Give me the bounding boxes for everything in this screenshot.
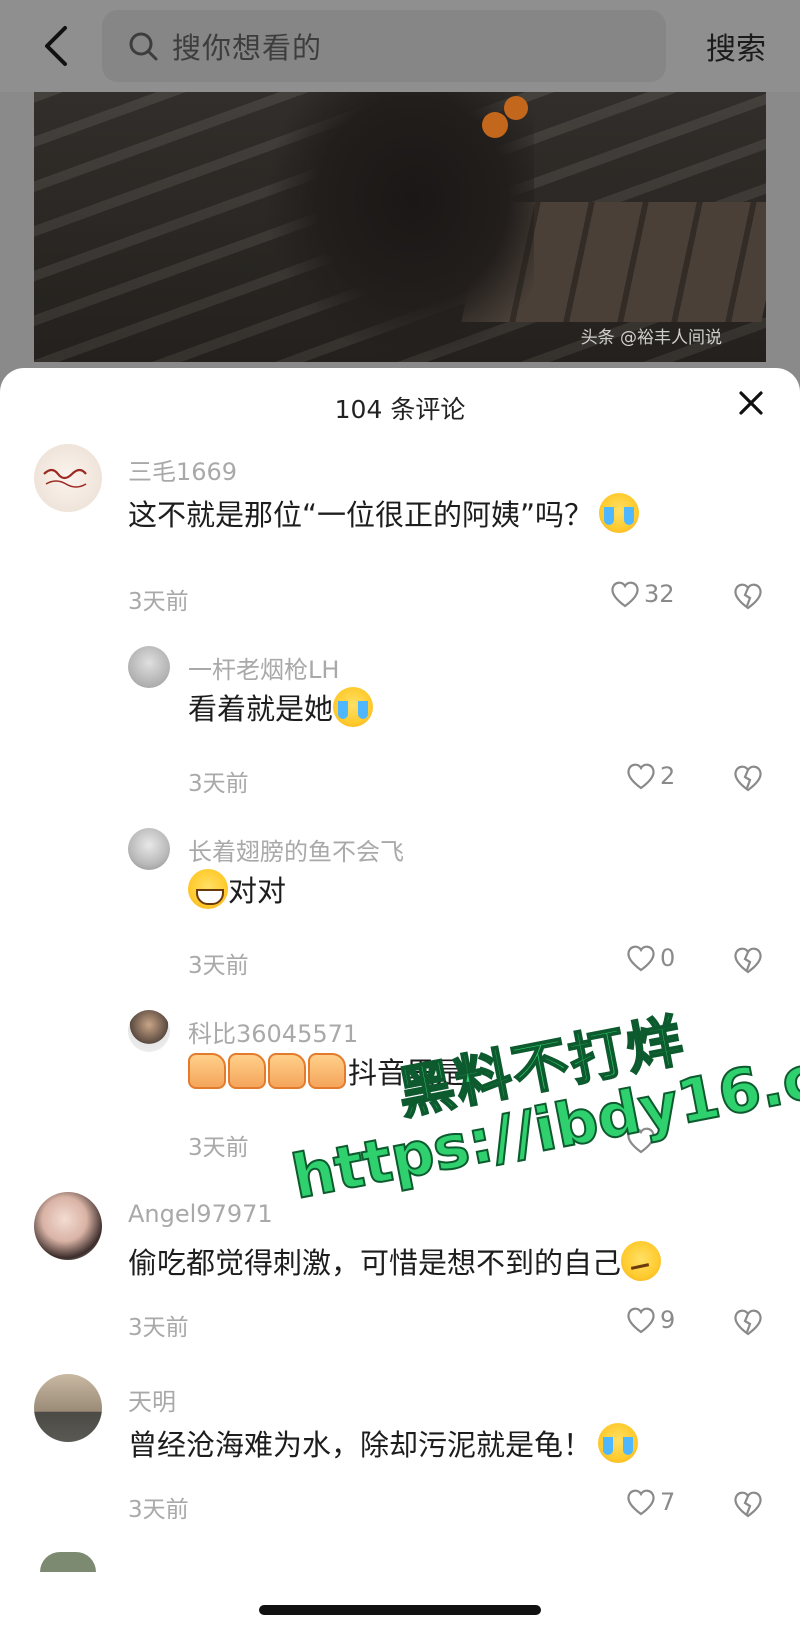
thumbs-up-emoji-icon xyxy=(268,1053,306,1089)
home-indicator xyxy=(259,1605,541,1615)
dislike-heart-icon[interactable] xyxy=(733,582,763,610)
comment-author[interactable]: 三毛1669 xyxy=(128,452,237,487)
comment-author[interactable]: 一杆老烟枪LH xyxy=(188,650,339,685)
comment-time: 3天前 xyxy=(188,1135,249,1161)
comment-text-body: 对对 xyxy=(228,874,287,908)
avatar[interactable] xyxy=(40,1552,96,1572)
search-input[interactable]: 搜你想看的 xyxy=(102,10,666,82)
like-count: 9 xyxy=(660,1306,676,1334)
comment-text-body: 这不就是那位“一位很正的阿姨”吗？ xyxy=(128,498,594,532)
avatar[interactable] xyxy=(128,646,170,688)
heart-icon xyxy=(627,763,655,790)
comment-text: 偷吃都觉得刺激，可惜是想不到的自己 xyxy=(128,1240,662,1282)
comment-text: 抖音里是 xyxy=(188,1050,464,1092)
crying-laughing-emoji-icon xyxy=(599,493,640,533)
comment-time: 3天前 xyxy=(128,1497,189,1523)
avatar[interactable] xyxy=(128,828,170,870)
comment-time: 3天前 xyxy=(188,771,249,797)
heart-icon xyxy=(627,1127,655,1154)
like-button[interactable] xyxy=(626,1126,660,1154)
thinking-emoji-icon xyxy=(621,1241,662,1281)
back-button[interactable] xyxy=(36,22,76,70)
avatar[interactable] xyxy=(34,1192,102,1260)
dislike-heart-icon[interactable] xyxy=(733,764,763,792)
search-button[interactable]: 搜索 xyxy=(706,24,766,68)
comment-text-body: 看着就是她 xyxy=(188,692,334,726)
avatar[interactable] xyxy=(34,1374,102,1442)
grinning-emoji-icon xyxy=(188,869,228,909)
heart-icon xyxy=(611,581,639,608)
thumbs-up-emoji-icon xyxy=(228,1053,266,1089)
comment-text: 曾经沧海难为水，除却污泥就是龟！ xyxy=(128,1422,639,1464)
chevron-left-icon xyxy=(45,26,67,66)
video-watermark: 头条 @裕丰人间说 xyxy=(580,328,722,348)
video-thumbnail[interactable]: 头条 @裕丰人间说 xyxy=(34,92,766,362)
comment-author[interactable]: Angel97971 xyxy=(128,1200,273,1228)
thumbs-up-emoji-icon xyxy=(188,1053,226,1089)
like-count: 0 xyxy=(660,944,676,972)
like-count: 7 xyxy=(660,1488,676,1516)
like-button[interactable]: 9 xyxy=(626,1306,675,1334)
comments-count-title: 104 条评论 xyxy=(334,395,466,424)
search-placeholder: 搜你想看的 xyxy=(172,31,323,65)
like-button[interactable]: 2 xyxy=(626,762,675,790)
thumbs-up-emoji-icon xyxy=(308,1053,346,1089)
like-button[interactable]: 32 xyxy=(610,580,675,608)
comment-time: 3天前 xyxy=(128,1315,189,1341)
dislike-heart-icon[interactable] xyxy=(733,1490,763,1518)
comment-author[interactable]: 长着翅膀的鱼不会飞 xyxy=(188,832,404,867)
dislike-heart-icon[interactable] xyxy=(733,946,763,974)
comment-text-body: 曾经沧海难为水，除却污泥就是龟！ xyxy=(128,1428,593,1462)
comment-text-body: 抖音里是 xyxy=(348,1056,465,1090)
top-bar: 搜你想看的 搜索 xyxy=(0,0,800,92)
comment-author[interactable]: 天明 xyxy=(128,1382,176,1417)
dislike-heart-icon[interactable] xyxy=(733,1308,763,1336)
search-icon xyxy=(129,32,158,61)
avatar[interactable] xyxy=(34,444,102,512)
like-count: 2 xyxy=(660,762,676,790)
avatar-calligraphy-icon xyxy=(43,468,87,488)
video-fruit xyxy=(482,112,508,138)
comment-author[interactable]: 科比36045571 xyxy=(188,1014,358,1049)
comment-time: 3天前 xyxy=(188,953,249,979)
crying-laughing-emoji-icon xyxy=(333,687,374,727)
heart-icon xyxy=(627,1489,655,1516)
like-button[interactable]: 7 xyxy=(626,1488,675,1516)
comment-text-body: 偷吃都觉得刺激，可惜是想不到的自己 xyxy=(128,1246,622,1280)
comment-text: 对对 xyxy=(188,868,286,910)
crying-laughing-emoji-icon xyxy=(598,1423,639,1463)
like-button[interactable]: 0 xyxy=(626,944,675,972)
video-fruit xyxy=(504,96,528,120)
avatar[interactable] xyxy=(128,1010,170,1052)
comments-sheet: 104 条评论 三毛1669 这不就是那位“一位很正的阿姨”吗？ 3天前 32 … xyxy=(0,368,800,1635)
heart-icon xyxy=(627,1307,655,1334)
comment-time: 3天前 xyxy=(128,589,189,615)
like-count: 32 xyxy=(644,580,675,608)
sheet-header: 104 条评论 xyxy=(0,368,800,438)
close-icon[interactable] xyxy=(738,390,764,416)
comment-text: 看着就是她 xyxy=(188,686,374,728)
comment-text: 这不就是那位“一位很正的阿姨”吗？ xyxy=(128,492,640,534)
heart-icon xyxy=(627,945,655,972)
